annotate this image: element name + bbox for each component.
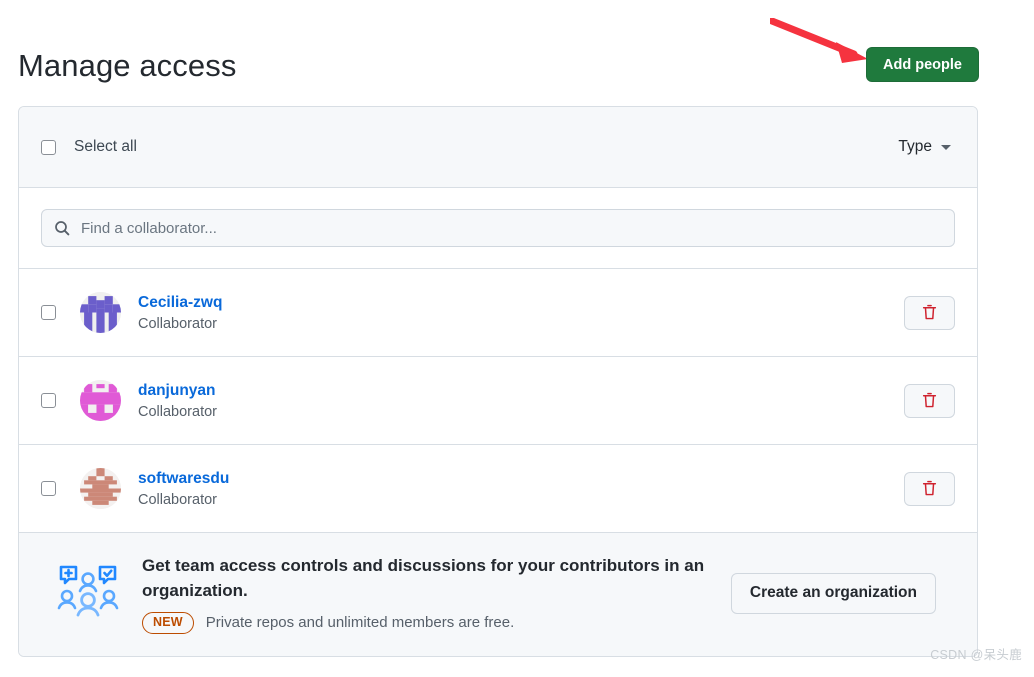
collaborator-role: Collaborator [138, 403, 217, 420]
collaborator-username-link[interactable]: softwaresdu [138, 469, 229, 488]
select-all-label: Select all [74, 138, 137, 155]
avatar [80, 292, 121, 333]
table-row: danjunyan Collaborator [19, 357, 977, 445]
table-row: softwaresdu Collaborator [19, 445, 977, 533]
table-row: Cecilia-zwq Collaborator [19, 269, 977, 357]
add-people-button[interactable]: Add people [866, 47, 979, 82]
people-discussion-icon [57, 565, 119, 617]
collaborator-role: Collaborator [138, 315, 217, 332]
trash-icon [922, 392, 937, 408]
identicon-avatar [80, 292, 121, 333]
org-promo-heading: Get team access controls and discussions… [142, 556, 705, 600]
search-icon [55, 221, 70, 236]
trash-icon [922, 480, 937, 496]
type-filter-dropdown[interactable]: Type [898, 138, 955, 156]
org-promo-subline: NEW Private repos and unlimited members … [142, 612, 731, 634]
new-badge: NEW [142, 612, 194, 634]
type-filter-label: Type [898, 138, 932, 155]
create-organization-button[interactable]: Create an organization [730, 572, 936, 614]
collaborator-username-link[interactable]: Cecilia-zwq [138, 293, 222, 312]
watermark: CSDN @呆头鹿 [930, 648, 1022, 662]
organization-promo-banner: Get team access controls and discussions… [19, 533, 977, 656]
chevron-down-icon [941, 144, 951, 150]
row-checkbox[interactable] [41, 481, 56, 496]
collaborator-role: Collaborator [138, 491, 217, 508]
delete-collaborator-button[interactable] [904, 295, 955, 330]
collaborator-info: danjunyan Collaborator [138, 381, 217, 421]
search-input[interactable] [81, 210, 846, 246]
collaborator-username-link[interactable]: danjunyan [138, 381, 217, 400]
row-checkbox[interactable] [41, 393, 56, 408]
manage-access-page: Manage access Add people Select all Type [0, 0, 1034, 677]
row-checkbox[interactable] [41, 305, 56, 320]
org-promo-subtext: Private repos and unlimited members are … [205, 614, 515, 632]
collaborator-info: softwaresdu Collaborator [138, 469, 229, 509]
page-title: Manage access [18, 48, 237, 83]
search-box[interactable] [41, 209, 955, 247]
manage-access-card: Select all Type Find a collaborator... C… [18, 106, 978, 657]
trash-icon [922, 304, 937, 320]
card-toolbar: Select all Type [19, 107, 977, 188]
identicon-avatar [80, 380, 121, 421]
select-all-checkbox[interactable] [41, 139, 56, 155]
avatar [80, 468, 121, 509]
avatar [80, 380, 121, 421]
collaborator-info: Cecilia-zwq Collaborator [138, 293, 222, 333]
search-section [19, 188, 977, 269]
delete-collaborator-button[interactable] [904, 471, 955, 506]
delete-collaborator-button[interactable] [904, 383, 955, 418]
annotation-arrow [770, 18, 868, 63]
identicon-avatar [80, 468, 121, 509]
org-promo-copy: Get team access controls and discussions… [142, 553, 731, 634]
